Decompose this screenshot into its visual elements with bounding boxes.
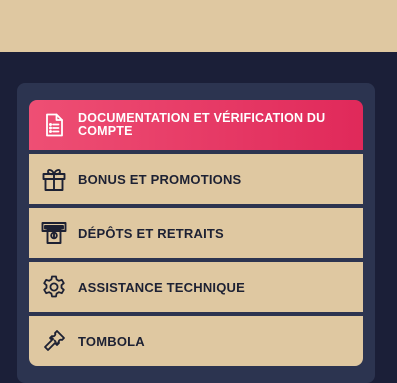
menu-item-label: DÉPÔTS ET RETRAITS xyxy=(78,225,224,241)
menu-item-label: DOCUMENTATION ET VÉRIFICATION DU COMPTE xyxy=(78,111,326,138)
menu-item-documentation[interactable]: DOCUMENTATION ET VÉRIFICATION DU COMPTE xyxy=(29,100,363,150)
menu-item-tombola[interactable]: TOMBOLA xyxy=(29,316,363,366)
header-band xyxy=(0,0,397,52)
menu-item-deposits[interactable]: DÉPÔTS ET RETRAITS xyxy=(29,208,363,258)
document-icon xyxy=(41,112,67,138)
atm-cash-icon xyxy=(41,220,67,246)
gift-icon xyxy=(41,166,67,192)
ticket-icon xyxy=(41,328,67,354)
help-category-menu: DOCUMENTATION ET VÉRIFICATION DU COMPTE … xyxy=(29,100,363,366)
gear-icon xyxy=(41,274,67,300)
menu-item-label: ASSISTANCE TECHNIQUE xyxy=(78,279,245,295)
menu-item-bonus[interactable]: BONUS ET PROMOTIONS xyxy=(29,154,363,204)
menu-item-support[interactable]: ASSISTANCE TECHNIQUE xyxy=(29,262,363,312)
menu-item-label: BONUS ET PROMOTIONS xyxy=(78,171,242,187)
menu-item-label: TOMBOLA xyxy=(78,333,145,349)
